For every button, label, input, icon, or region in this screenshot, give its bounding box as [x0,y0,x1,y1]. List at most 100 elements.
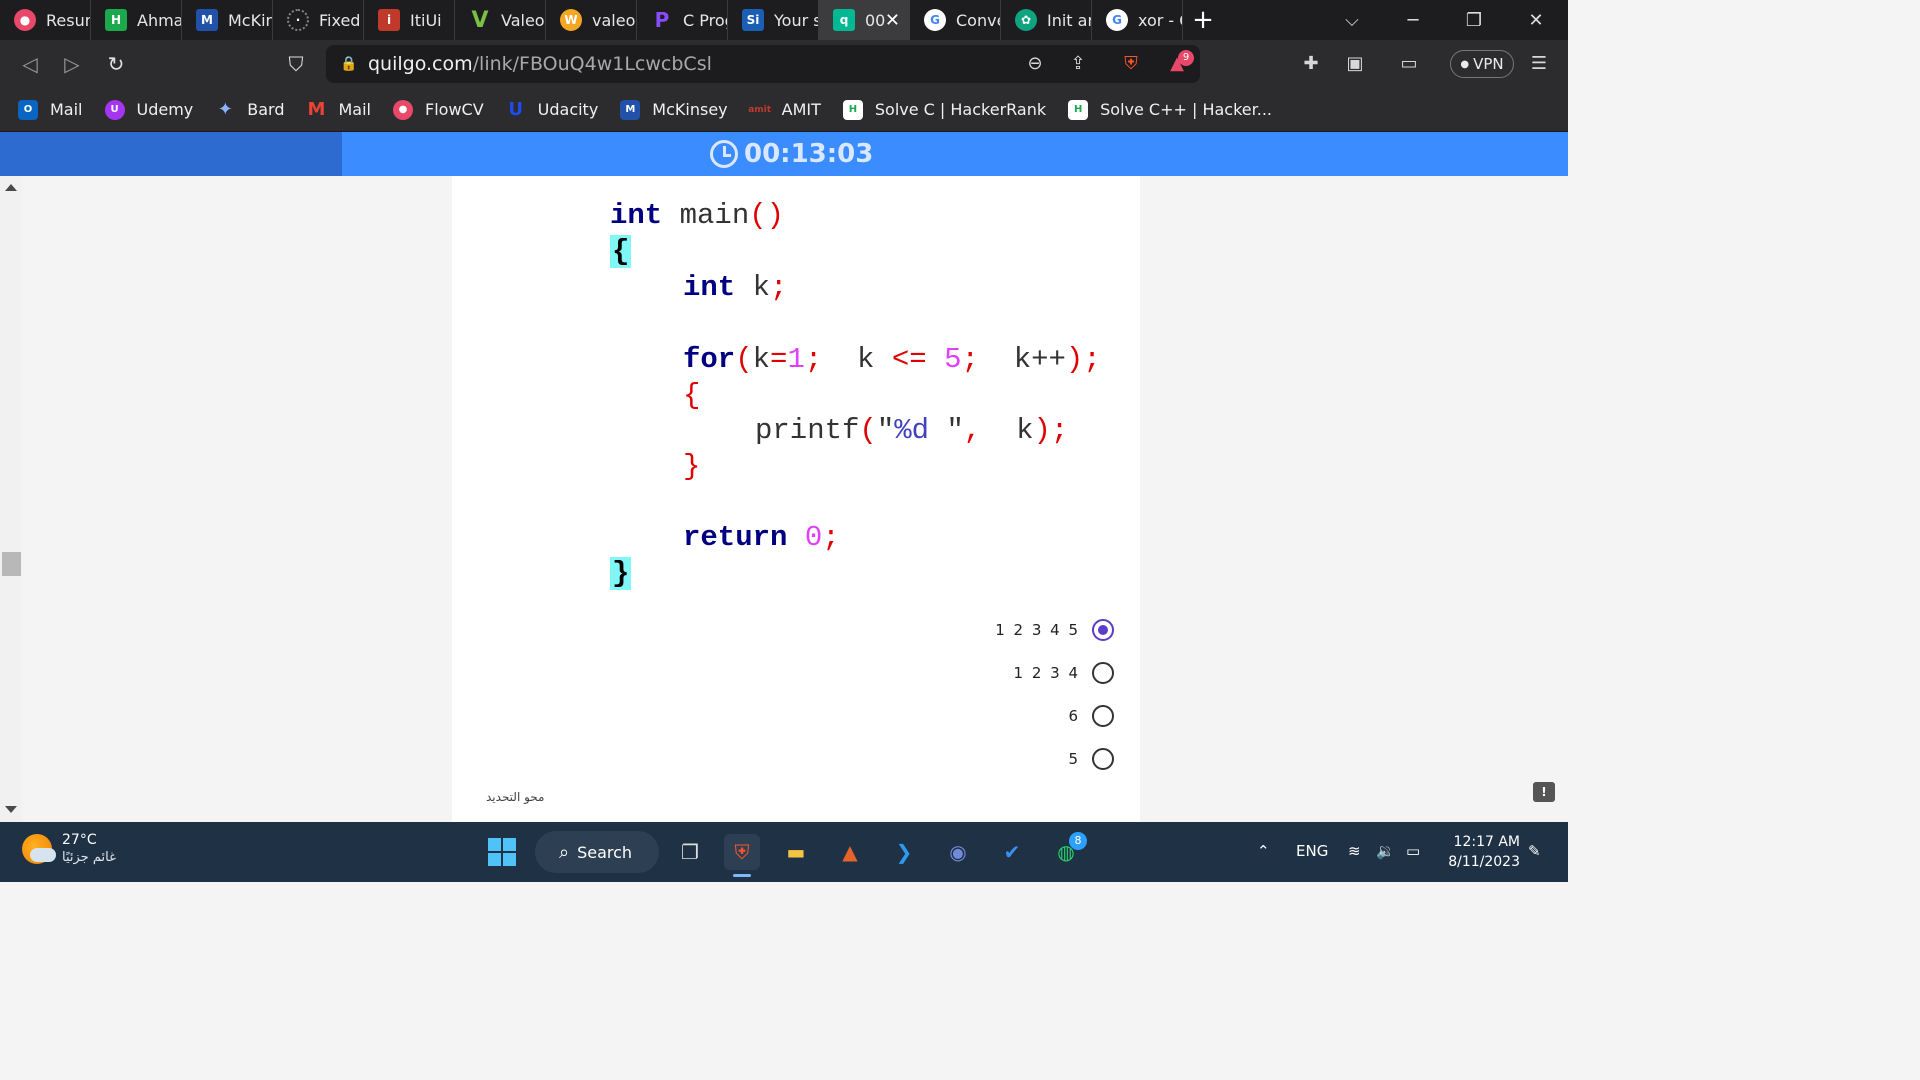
bookmark-udacity[interactable]: U Udacity [506,99,598,120]
tab-3[interactable]: · Fixed [273,0,364,40]
radio[interactable] [1092,705,1114,727]
brave-browser-icon[interactable]: ⛨ [724,834,760,870]
radio-selected[interactable] [1092,619,1114,641]
url-host: quilgo.com [368,53,473,75]
tab-10[interactable]: GConve [910,0,1001,40]
extensions-puzzle-icon[interactable]: ✚ [1298,50,1324,76]
language-indicator[interactable]: ENG [1296,842,1328,860]
page-content: 00:13:03 int main() { int k; for(k=1; k … [0,132,1568,822]
tab-strip: ●Resum HAhmad MMcKin ·Fixed iItiUi VVale… [0,0,1568,40]
matlab-icon[interactable]: ▲ [832,834,868,870]
feedback-icon[interactable]: ! [1533,782,1555,802]
radio[interactable] [1092,748,1114,770]
tab-1[interactable]: HAhmad [91,0,182,40]
share-icon[interactable]: ⇪ [1065,50,1091,76]
bookmark-flowcv[interactable]: ● FlowCV [393,99,484,120]
volume-icon[interactable]: 🔉 [1376,842,1395,860]
code-line-2: { [610,235,632,268]
battery-icon[interactable]: ▭ [1406,842,1420,860]
rewards-badge: 9 [1178,50,1194,66]
mckinsey-icon: M [620,99,641,120]
brave-red-icon: ● [14,9,36,31]
taskbar-search[interactable]: ⌕ Search [535,831,659,873]
bookmark-bard[interactable]: ✦ Bard [215,99,285,120]
notifications-icon[interactable]: ✎ [1528,842,1541,860]
zoom-out-icon[interactable]: ⊖ [1022,50,1048,76]
tray-overflow-chevron-icon[interactable]: ⌃ [1257,842,1270,860]
wifi-icon[interactable]: ≋ [1348,842,1361,860]
tab-4[interactable]: i ItiUi [364,0,455,40]
hackerrank-icon: H [105,9,127,31]
answer-option-2[interactable]: 1 2 3 4 [1014,661,1114,685]
forward-icon[interactable]: ▷ [56,48,88,80]
brave-shields-icon[interactable]: ⛨ [1118,50,1144,76]
scroll-up-arrow-icon[interactable] [5,184,17,191]
answer-option-4[interactable]: 5 [1068,747,1114,771]
udacity-icon: U [508,99,523,120]
scrollbar-thumb[interactable] [2,552,21,576]
tab-6[interactable]: Wvaleo. [546,0,637,40]
tab-7[interactable]: PC Prog [637,0,728,40]
bookmark-hackerrank-cpp[interactable]: H Solve C++ | Hacker... [1068,99,1272,120]
question-card: int main() { int k; for(k=1; k <= 5; k++… [452,176,1140,822]
minimize-icon[interactable]: ─ [1383,0,1443,40]
wifi-w-icon: W [560,9,582,31]
code-line-1: int main() [610,199,785,232]
tab-8[interactable]: Si Your s [728,0,819,40]
bookmark-mckinsey[interactable]: M McKinsey [620,99,728,120]
close-tab-icon[interactable]: ✕ [885,10,900,31]
page-scrollbar[interactable] [0,176,22,822]
tab-11[interactable]: ✿ Init ar [1001,0,1092,40]
sidebar-icon[interactable]: ▣ [1342,50,1368,76]
url-path: /link/FBOuQ4w1LcwcbCsl [472,53,712,75]
tab-search-chevron-icon[interactable]: ⌵ [1322,0,1382,40]
restore-icon[interactable]: ❐ [1444,0,1504,40]
bookmark-amit[interactable]: amit AMIT [748,100,821,120]
radio[interactable] [1092,662,1114,684]
clear-selection-link[interactable]: محو التحديد [486,790,544,804]
mckinsey-icon: M [196,9,218,31]
timer-bar: 00:13:03 [0,132,1568,176]
tab-0[interactable]: ●Resum [0,0,91,40]
new-tab-button[interactable]: + [1183,0,1223,40]
todo-check-icon[interactable]: ✔ [994,834,1030,870]
vpn-dot-icon: ● [1460,58,1470,70]
wallet-icon[interactable]: ▭ [1396,50,1422,76]
quilgo-q-icon: q [833,9,855,31]
answer-option-1[interactable]: 1 2 3 4 5 [995,618,1114,642]
gmail-icon: M [307,99,326,120]
vscode-icon[interactable]: ❯ [886,834,922,870]
back-icon[interactable]: ◁ [14,48,46,80]
file-explorer-icon[interactable]: ▬ [778,834,814,870]
countdown-timer: 00:13:03 [710,139,873,169]
discord-icon[interactable]: ◉ [940,834,976,870]
menu-icon[interactable]: ☰ [1526,50,1552,76]
dotted-circle-icon: · [287,9,309,31]
bookmark-mail-gmail[interactable]: M Mail [307,99,371,120]
answer-option-3[interactable]: 6 [1068,704,1114,728]
bookmark-mail-outlook[interactable]: O Mail [18,99,83,120]
code-line-9: } [610,557,632,590]
tab-2[interactable]: M McKin [182,0,273,40]
outlook-icon: O [18,99,38,120]
p-icon: P [654,8,670,32]
tab-5[interactable]: V Valeo [455,0,546,40]
bookmark-icon[interactable]: ⛉ [280,48,312,80]
weather-widget[interactable]: 27°C غائم جزئيًا [22,832,116,865]
vpn-button[interactable]: ● VPN [1450,50,1514,78]
bookmark-udemy[interactable]: U Udemy [104,99,193,120]
task-view-icon[interactable]: ❐ [672,834,708,870]
tab-9-active[interactable]: q 00 ✕ [819,0,910,40]
windows-start-icon[interactable] [484,834,520,870]
close-window-icon[interactable]: ✕ [1506,0,1566,40]
taskbar-clock[interactable]: 12:17 AM 8/11/2023 [1440,832,1520,872]
bard-sparkle-icon: ✦ [217,99,233,120]
chatgpt-icon: ✿ [1015,9,1037,31]
bookmark-hackerrank-c[interactable]: H Solve C | HackerRank [842,99,1046,120]
code-line-4: for(k=1; k <= 5; k++); [683,343,1101,376]
toolbar: ◁ ▷ ↻ ⛉ 🔒 quilgo.com/link/FBOuQ4w1LcwcbC… [0,40,1568,88]
tab-12[interactable]: Gxor - C [1092,0,1183,40]
reload-icon[interactable]: ↻ [100,48,132,80]
scroll-down-arrow-icon[interactable] [5,806,17,813]
code-line-3: int k; [683,271,788,304]
